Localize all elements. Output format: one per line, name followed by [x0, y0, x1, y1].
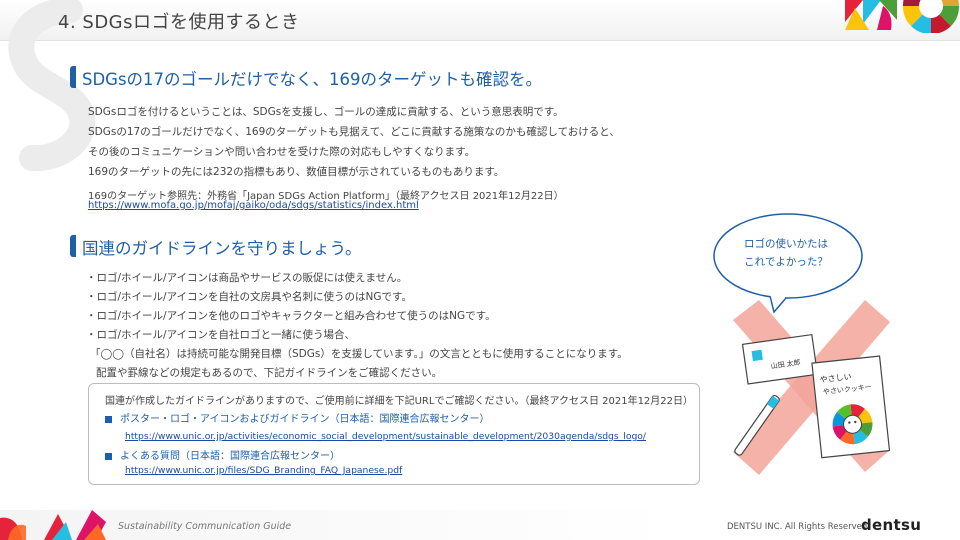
reference-link[interactable]: https://www.mofa.go.jp/mofaj/gaiko/oda/s…	[88, 200, 419, 211]
guideline-box: 国連が作成したガイドラインがありますので、ご使用前に詳細を下記URLでご確認くだ…	[88, 383, 700, 485]
misuse-illustration-icon: 山田 太郎 やさしい やさいクッキー	[733, 300, 891, 475]
bullet-item: ・ロゴ/ホイール/アイコンを他のロゴやキャラクターと組み合わせて使うのはNGです…	[86, 310, 496, 322]
section-marker	[70, 235, 76, 257]
bubble-text: これでよかった？	[744, 256, 828, 268]
slide: 4. SDGsロゴを使用するとき SDGsの17のゴールだけでなく、169のター…	[0, 0, 960, 540]
bubble-text: ロゴの使いかたは	[744, 238, 828, 250]
footer-copyright: DENTSU INC. All Rights Reserved.	[727, 522, 871, 532]
brand-logo: dentsu	[861, 516, 922, 534]
square-bullet-icon	[105, 415, 112, 423]
bullet-item: 「◯◯（自社名）は持続可能な開発目標（SDGs）を支援しています。」の文言ととも…	[90, 348, 628, 360]
square-bullet-icon	[105, 452, 112, 460]
section-heading-targets: SDGsの17のゴールだけでなく、169のターゲットも確認を。	[82, 70, 543, 89]
sdg-wheel-logo-icon	[845, 0, 960, 33]
footer-guide-name: Sustainability Communication Guide	[118, 521, 292, 532]
section-marker	[70, 66, 76, 88]
bullet-item: ・ロゴ/ホイール/アイコンを自社ロゴと一緒に使う場合、	[86, 329, 356, 341]
guideline-item-label: ポスター・ロゴ・アイコンおよびガイドライン（日本語：国際連合広報センター）	[120, 414, 490, 425]
guideline-item: ポスター・ロゴ・アイコンおよびガイドライン（日本語：国際連合広報センター）	[105, 410, 490, 425]
body-text: その後のコミュニケーションや問い合わせを受けた際の対応もしやすくなります。	[88, 146, 476, 158]
guideline-item-label: よくある質問（日本語：国際連合広報センター）	[120, 451, 340, 462]
body-text: SDGsの17のゴールだけでなく、169のターゲットも見据えて、どこに貢献する施…	[88, 126, 620, 138]
guideline-link[interactable]: https://www.unic.or.jp/activities/econom…	[125, 431, 646, 442]
page-title: 4. SDGsロゴを使用するとき	[58, 12, 300, 33]
guideline-item: よくある質問（日本語：国際連合広報センター）	[105, 447, 340, 462]
body-text: SDGsロゴを付けるということは、SDGsを支援し、ゴールの達成に貢献する、とい…	[88, 106, 564, 118]
bullet-item: ・ロゴ/ホイール/アイコンを自社の文房具や名刺に使うのはNGです。	[86, 291, 412, 303]
bullet-item: 配置や罫線などの規定もあるので、下記ガイドラインをご確認ください。	[96, 367, 443, 379]
section-heading-guidelines: 国連のガイドラインを守りましょう。	[82, 239, 362, 258]
footer-sdg-shapes-icon	[0, 510, 106, 540]
body-text: 169のターゲットの先には232の指標もあり、数値目標が示されているものもありま…	[88, 166, 505, 178]
bullet-item: ・ロゴ/ホイール/アイコンは商品やサービスの販促には使えません。	[86, 272, 408, 284]
guideline-intro: 国連が作成したガイドラインがありますので、ご使用前に詳細を下記URLでご確認くだ…	[105, 396, 694, 407]
guideline-link[interactable]: https://www.unic.or.jp/files/SDG_Brandin…	[125, 465, 402, 476]
